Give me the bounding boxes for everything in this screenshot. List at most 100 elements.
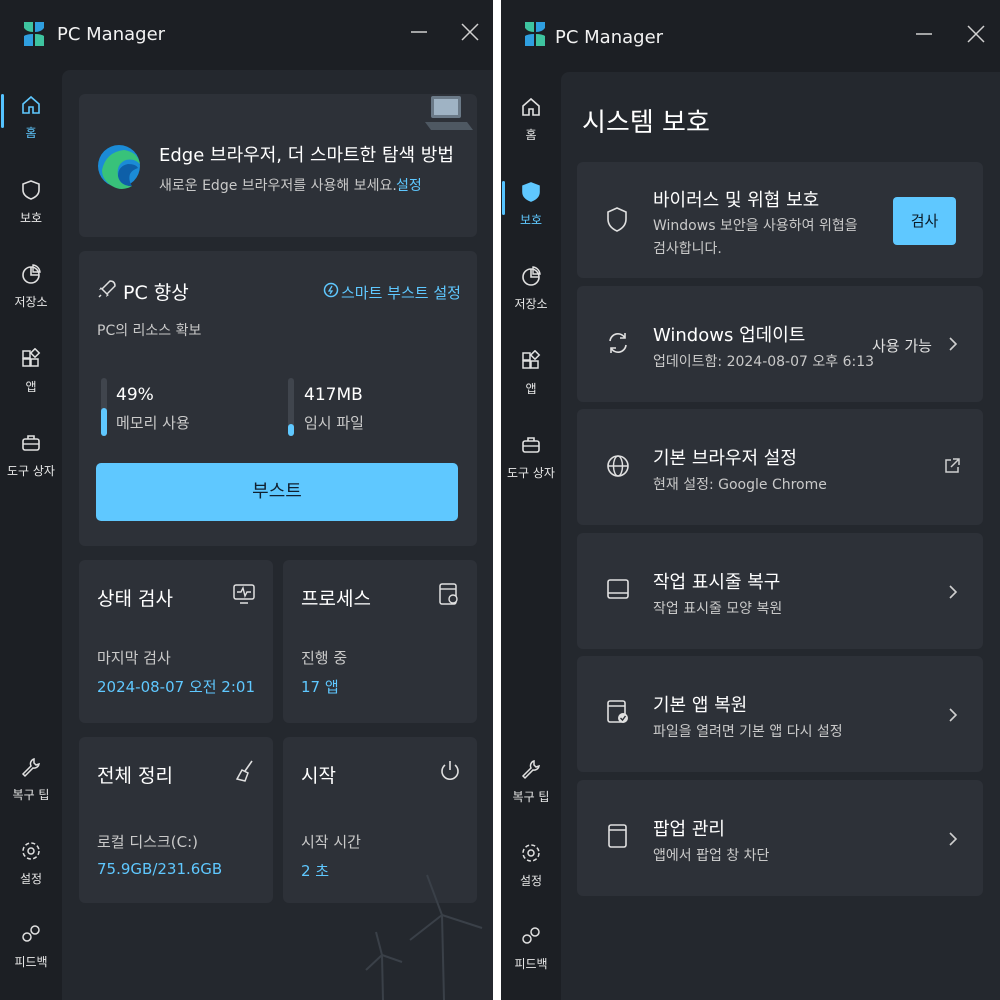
- sidebar-item-label: 저장소: [14, 295, 48, 309]
- startup-time-value: 2 초: [301, 862, 330, 880]
- sidebar-item-label: 피드백: [514, 957, 548, 971]
- sidebar-item-toolbox[interactable]: 도구 상자: [0, 432, 62, 496]
- smart-boost-settings-link[interactable]: 스마트 부스트 설정: [341, 282, 461, 303]
- minimize-button[interactable]: [407, 20, 431, 44]
- home-icon: [22, 95, 40, 114]
- popup-window-icon: [608, 824, 627, 848]
- smart-boost-icon: [323, 282, 339, 298]
- broom-icon: [235, 760, 253, 782]
- sync-icon: [609, 333, 627, 353]
- laptop-illustration-icon: [425, 96, 473, 130]
- pc-boost-subtitle: PC의 리소스 확보: [97, 323, 202, 339]
- taskbar-repair-title: 작업 표시줄 복구: [653, 572, 781, 593]
- toolbox-icon: [522, 437, 540, 453]
- external-link-icon: [945, 458, 960, 473]
- chevron-right-icon: [949, 832, 958, 846]
- pie-chart-icon: [522, 266, 541, 286]
- deep-cleanup-card[interactable]: 전체 정리 로컬 디스크(C:) 75.9GB/231.6GB: [79, 737, 273, 903]
- toolbox-icon: [22, 435, 40, 451]
- sidebar-item-label: 도구 상자: [507, 466, 555, 480]
- process-icon: [439, 583, 458, 605]
- sidebar-item-feedback[interactable]: 피드백: [501, 925, 561, 989]
- pc-manager-window-home: PC Manager 홈 보호 저장소 앱 도구 상자 복구 팁 설정 피드백 …: [0, 0, 493, 1000]
- sidebar-item-protection[interactable]: 보호: [0, 179, 62, 243]
- close-button[interactable]: [458, 20, 482, 44]
- sidebar-item-label: 복구 팁: [12, 788, 50, 802]
- sidebar-item-settings[interactable]: 설정: [0, 840, 62, 904]
- sidebar-item-settings[interactable]: 설정: [501, 842, 561, 906]
- default-browser-title: 기본 브라우저 설정: [653, 448, 797, 469]
- sidebar-item-apps[interactable]: 앱: [501, 350, 561, 414]
- sidebar-item-home[interactable]: 홈: [501, 96, 561, 160]
- temp-files-gauge: [288, 378, 294, 436]
- startup-time-label: 시작 시간: [301, 833, 361, 851]
- minimize-icon: [411, 31, 427, 33]
- sidebar-item-label: 설정: [19, 872, 43, 886]
- minimize-button[interactable]: [912, 22, 936, 46]
- disk-usage-value: 75.9GB/231.6GB: [97, 860, 223, 878]
- virus-protection-item: 바이러스 및 위협 보호 Windows 보안을 사용하여 위협을 검사합니다.…: [577, 162, 983, 278]
- sidebar-item-label: 설정: [519, 874, 543, 888]
- default-browser-item[interactable]: 기본 브라우저 설정 현재 설정: Google Chrome: [577, 409, 983, 525]
- edge-banner-title: Edge 브라우저, 더 스마트한 탐색 방법: [159, 145, 454, 166]
- sidebar-item-toolbox[interactable]: 도구 상자: [501, 434, 561, 498]
- sidebar-item-home[interactable]: 홈: [0, 94, 62, 158]
- rocket-icon: [98, 280, 116, 298]
- health-monitor-icon: [233, 584, 255, 604]
- chevron-right-icon: [949, 337, 958, 351]
- pc-manager-logo-icon: [525, 22, 545, 46]
- sidebar-item-repair-tips[interactable]: 복구 팁: [0, 756, 62, 820]
- edge-banner-settings-link[interactable]: 설정: [396, 175, 422, 195]
- memory-label: 메모리 사용: [116, 414, 190, 432]
- popup-management-subtitle: 앱에서 팝업 창 차단: [653, 848, 770, 864]
- close-icon: [967, 25, 985, 43]
- app-restore-icon: [607, 700, 628, 723]
- sidebar-item-label: 앱: [25, 380, 37, 394]
- sidebar-item-apps[interactable]: 앱: [0, 348, 62, 412]
- process-card[interactable]: 프로세스 진행 중 17 앱: [283, 560, 477, 723]
- sidebar-item-storage[interactable]: 저장소: [501, 265, 561, 329]
- wrench-icon: [521, 759, 540, 780]
- sidebar-item-feedback[interactable]: 피드백: [0, 923, 62, 987]
- scan-button[interactable]: 검사: [893, 197, 956, 245]
- chevron-right-icon: [949, 708, 958, 722]
- windows-update-item[interactable]: Windows 업데이트 업데이트함: 2024-08-07 오후 6:13 사…: [577, 286, 983, 402]
- close-button[interactable]: [964, 22, 988, 46]
- deep-cleanup-title: 전체 정리: [97, 765, 173, 787]
- default-apps-item[interactable]: 기본 앱 복원 파일을 열려면 기본 앱 다시 설정: [577, 656, 983, 772]
- sidebar-item-label: 도구 상자: [7, 464, 55, 478]
- sidebar-item-label: 보호: [19, 211, 43, 225]
- taskbar-repair-subtitle: 작업 표시줄 모양 복원: [653, 601, 783, 617]
- health-check-card[interactable]: 상태 검사 마지막 검사 2024-08-07 오전 2:01: [79, 560, 273, 723]
- app-title: PC Manager: [555, 27, 664, 48]
- edge-banner[interactable]: Edge 브라우저, 더 스마트한 탐색 방법 새로운 Edge 브라우저를 사…: [79, 94, 477, 237]
- taskbar-repair-item[interactable]: 작업 표시줄 복구 작업 표시줄 모양 복원: [577, 533, 983, 649]
- page-title: 시스템 보호: [582, 108, 710, 138]
- sidebar-item-protection[interactable]: 보호: [501, 181, 561, 245]
- feedback-icon: [522, 927, 540, 944]
- default-apps-title: 기본 앱 복원: [653, 695, 748, 716]
- pc-manager-logo-icon: [24, 22, 44, 46]
- edge-logo-icon: [98, 145, 140, 189]
- sidebar-item-label: 저장소: [514, 297, 548, 311]
- apps-icon: [522, 350, 541, 369]
- taskbar-icon: [607, 579, 629, 599]
- home-icon: [522, 97, 540, 116]
- default-apps-subtitle: 파일을 열려면 기본 앱 다시 설정: [653, 724, 843, 740]
- wrench-icon: [21, 757, 40, 778]
- protection-content: 시스템 보호 바이러스 및 위협 보호 Windows 보안을 사용하여 위협을…: [561, 72, 1000, 1000]
- windows-update-subtitle: 업데이트함: 2024-08-07 오후 6:13: [653, 354, 875, 370]
- temp-files-value: 417MB: [304, 385, 363, 405]
- chevron-right-icon: [949, 585, 958, 599]
- wind-turbine-decoration-icon: [365, 874, 483, 1000]
- boost-button[interactable]: 부스트: [96, 463, 458, 521]
- pc-boost-title: PC 향상: [123, 282, 189, 304]
- memory-gauge: [101, 378, 107, 436]
- sidebar-item-label: 홈: [25, 126, 37, 140]
- startup-title: 시작: [301, 765, 336, 787]
- process-title: 프로세스: [301, 588, 371, 610]
- sidebar-item-storage[interactable]: 저장소: [0, 263, 62, 327]
- running-apps-value: 17 앱: [301, 678, 339, 696]
- sidebar-item-repair-tips[interactable]: 복구 팁: [501, 758, 561, 822]
- popup-management-item[interactable]: 팝업 관리 앱에서 팝업 창 차단: [577, 780, 983, 896]
